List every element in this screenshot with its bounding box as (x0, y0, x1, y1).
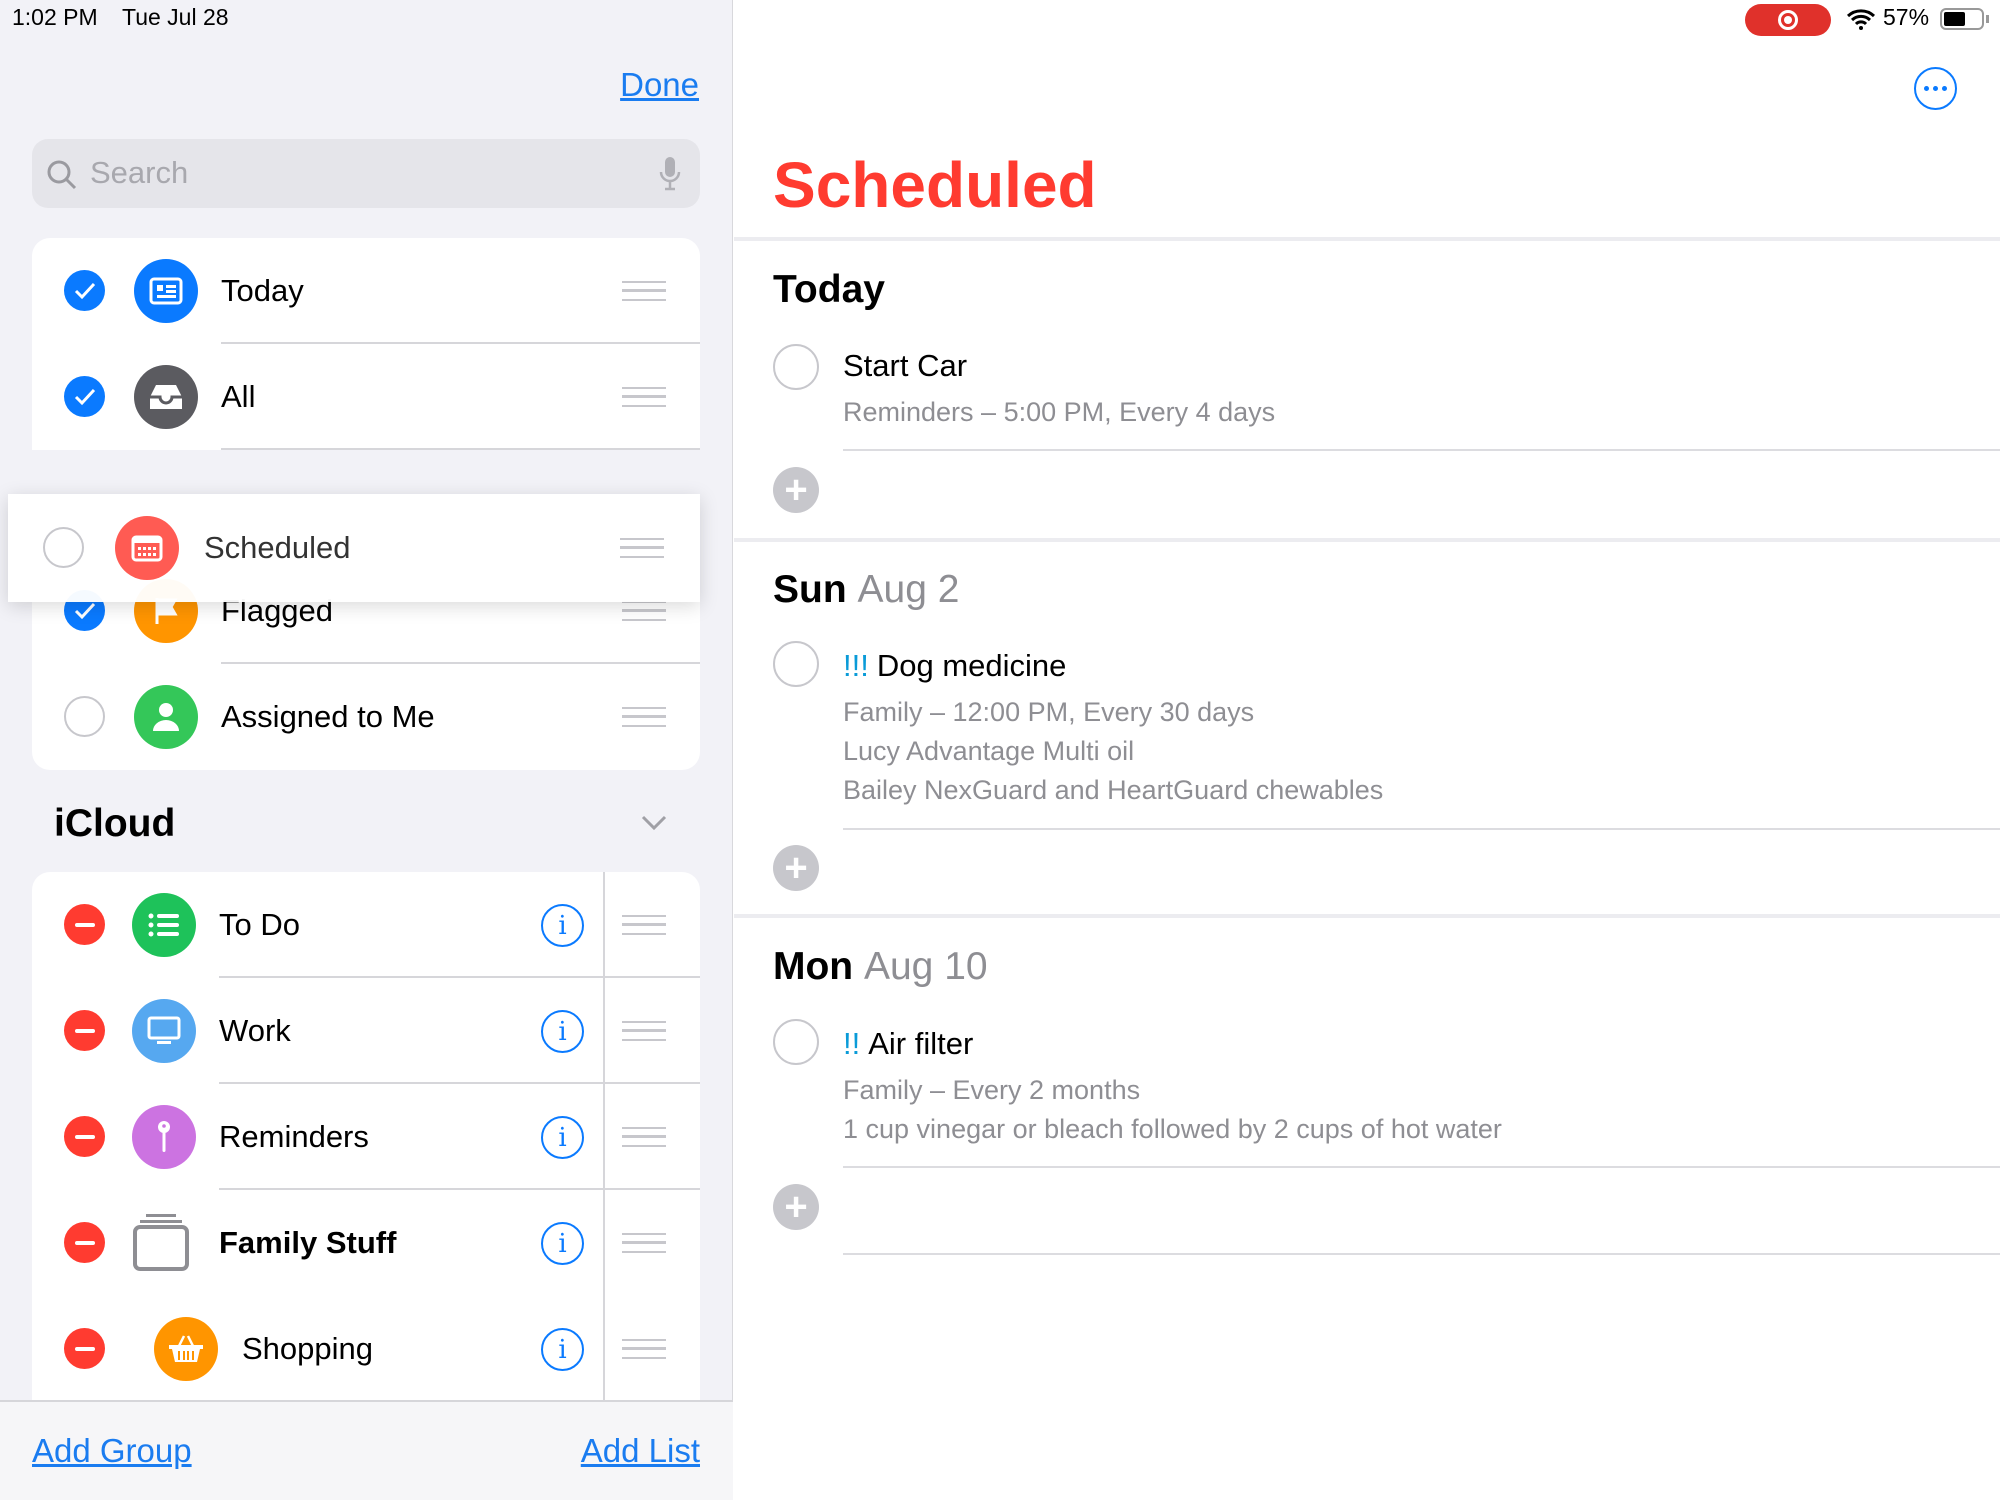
list-label: Family Stuff (219, 1225, 397, 1260)
drag-handle-icon[interactable] (622, 1233, 666, 1253)
list-row-work[interactable]: Work i (32, 978, 700, 1084)
calendar-card-icon (134, 259, 198, 323)
delete-icon[interactable] (64, 1222, 105, 1263)
section-header-sun-aug-2: Sun Aug 2 (773, 568, 959, 612)
search-placeholder: Search (90, 155, 189, 190)
drag-handle-icon[interactable] (622, 1339, 666, 1359)
section-header-mon-aug-10: Mon Aug 10 (773, 945, 988, 989)
info-icon[interactable]: i (541, 1328, 584, 1371)
section-day: Sun (773, 568, 847, 611)
drag-handle-icon[interactable] (622, 1127, 666, 1147)
priority-indicator: !! (843, 1026, 861, 1061)
add-reminder-button[interactable]: + (773, 1184, 819, 1230)
delete-icon[interactable] (64, 1010, 105, 1051)
microphone-icon[interactable] (658, 155, 682, 193)
battery-percent: 57% (1883, 4, 1930, 30)
checkbox-unchecked[interactable] (43, 527, 84, 568)
screen-recording-indicator[interactable] (1745, 4, 1831, 36)
info-icon[interactable]: i (541, 1010, 584, 1053)
wifi-icon (1846, 9, 1876, 30)
person-icon (134, 685, 198, 749)
search-field[interactable]: Search (32, 139, 700, 208)
reminder-note: Bailey NexGuard and HeartGuard chewables (843, 775, 1384, 805)
drag-handle-icon[interactable] (622, 281, 666, 301)
list-icon (132, 893, 196, 957)
delete-icon[interactable] (64, 904, 105, 945)
list-row-shopping[interactable]: Shopping i (32, 1296, 700, 1402)
bottom-toolbar: Add Group Add List (0, 1400, 733, 1500)
pin-icon (132, 1105, 196, 1169)
checkbox-checked[interactable] (64, 376, 105, 417)
delete-icon[interactable] (64, 1116, 105, 1157)
section-date: Aug 2 (857, 568, 960, 611)
reminder-detail: Reminders – 5:00 PM, Every 4 days (843, 397, 1276, 427)
battery-icon (1940, 8, 1984, 30)
info-icon[interactable]: i (541, 1222, 584, 1265)
drag-handle-icon[interactable] (622, 915, 666, 935)
list-row-family-stuff[interactable]: Family Stuff i (32, 1190, 700, 1296)
drag-handle-icon[interactable] (622, 707, 666, 727)
info-icon[interactable]: i (541, 1116, 584, 1159)
done-button[interactable]: Done (620, 66, 699, 104)
tray-icon (134, 365, 198, 429)
reminder-title: Dog medicine (876, 648, 1067, 683)
list-label: Work (219, 1013, 291, 1048)
monitor-icon (132, 999, 196, 1063)
group-header-icloud: iCloud (54, 802, 176, 845)
reminder-title-row[interactable]: !!! Dog medicine (843, 648, 1066, 684)
page-title: Scheduled (773, 149, 1097, 221)
complete-checkbox[interactable] (773, 1019, 819, 1065)
checkbox-checked[interactable] (64, 270, 105, 311)
smart-list-today[interactable]: Today (32, 238, 700, 344)
priority-indicator: !!! (843, 648, 869, 683)
complete-checkbox[interactable] (773, 344, 819, 390)
delete-icon[interactable] (64, 1328, 105, 1369)
smart-list-assigned[interactable]: Assigned to Me (32, 664, 700, 770)
chevron-down-icon[interactable] (641, 815, 667, 831)
list-label: Reminders (219, 1119, 369, 1154)
smart-lists-card: Today All (32, 238, 700, 450)
list-label: To Do (219, 907, 300, 942)
reminder-title[interactable]: Start Car (843, 348, 967, 384)
add-reminder-button[interactable]: + (773, 845, 819, 891)
smart-list-label: Scheduled (204, 530, 351, 565)
smart-list-label: All (221, 379, 256, 414)
dragging-row-scheduled[interactable]: Scheduled (8, 494, 700, 602)
add-group-button[interactable]: Add Group (32, 1432, 192, 1470)
section-header-today: Today (773, 268, 885, 312)
reminder-note: Lucy Advantage Multi oil (843, 736, 1135, 766)
section-day: Today (773, 268, 885, 311)
status-time: 1:02 PM (12, 4, 98, 30)
more-options-button[interactable] (1914, 67, 1957, 110)
list-row-todo[interactable]: To Do i (32, 872, 700, 978)
reminder-detail: Family – 12:00 PM, Every 30 days (843, 697, 1255, 727)
group-folder-icon (133, 1214, 189, 1271)
list-row-reminders[interactable]: Reminders i (32, 1084, 700, 1190)
checkbox-unchecked[interactable] (64, 696, 105, 737)
section-day: Mon (773, 945, 854, 988)
reminder-note: 1 cup vinegar or bleach followed by 2 cu… (843, 1114, 1502, 1144)
smart-list-label: Assigned to Me (221, 699, 435, 734)
basket-icon (154, 1317, 218, 1381)
reminder-title: Air filter (868, 1026, 974, 1061)
reminder-title-row[interactable]: !! Air filter (843, 1026, 973, 1062)
icloud-lists-card: To Do i Work i Reminders i Family Stuff … (32, 872, 700, 1432)
drag-handle-icon[interactable] (622, 1021, 666, 1041)
add-reminder-button[interactable]: + (773, 467, 819, 513)
search-icon (47, 160, 77, 190)
list-label: Shopping (242, 1331, 374, 1366)
reminder-detail: Family – Every 2 months (843, 1075, 1141, 1105)
drag-handle-icon[interactable] (620, 538, 664, 558)
drag-handle-icon[interactable] (622, 387, 666, 407)
smart-list-label: Today (221, 273, 304, 308)
calendar-icon (115, 516, 179, 580)
info-icon[interactable]: i (541, 904, 584, 947)
sidebar: 1:02 PM Tue Jul 28 Done Search Today All… (0, 0, 733, 1500)
smart-list-all[interactable]: All (32, 344, 700, 450)
complete-checkbox[interactable] (773, 641, 819, 687)
status-date: Tue Jul 28 (122, 4, 229, 30)
drag-handle-icon[interactable] (622, 601, 666, 621)
add-list-button[interactable]: Add List (581, 1432, 700, 1470)
section-date: Aug 10 (863, 945, 988, 988)
